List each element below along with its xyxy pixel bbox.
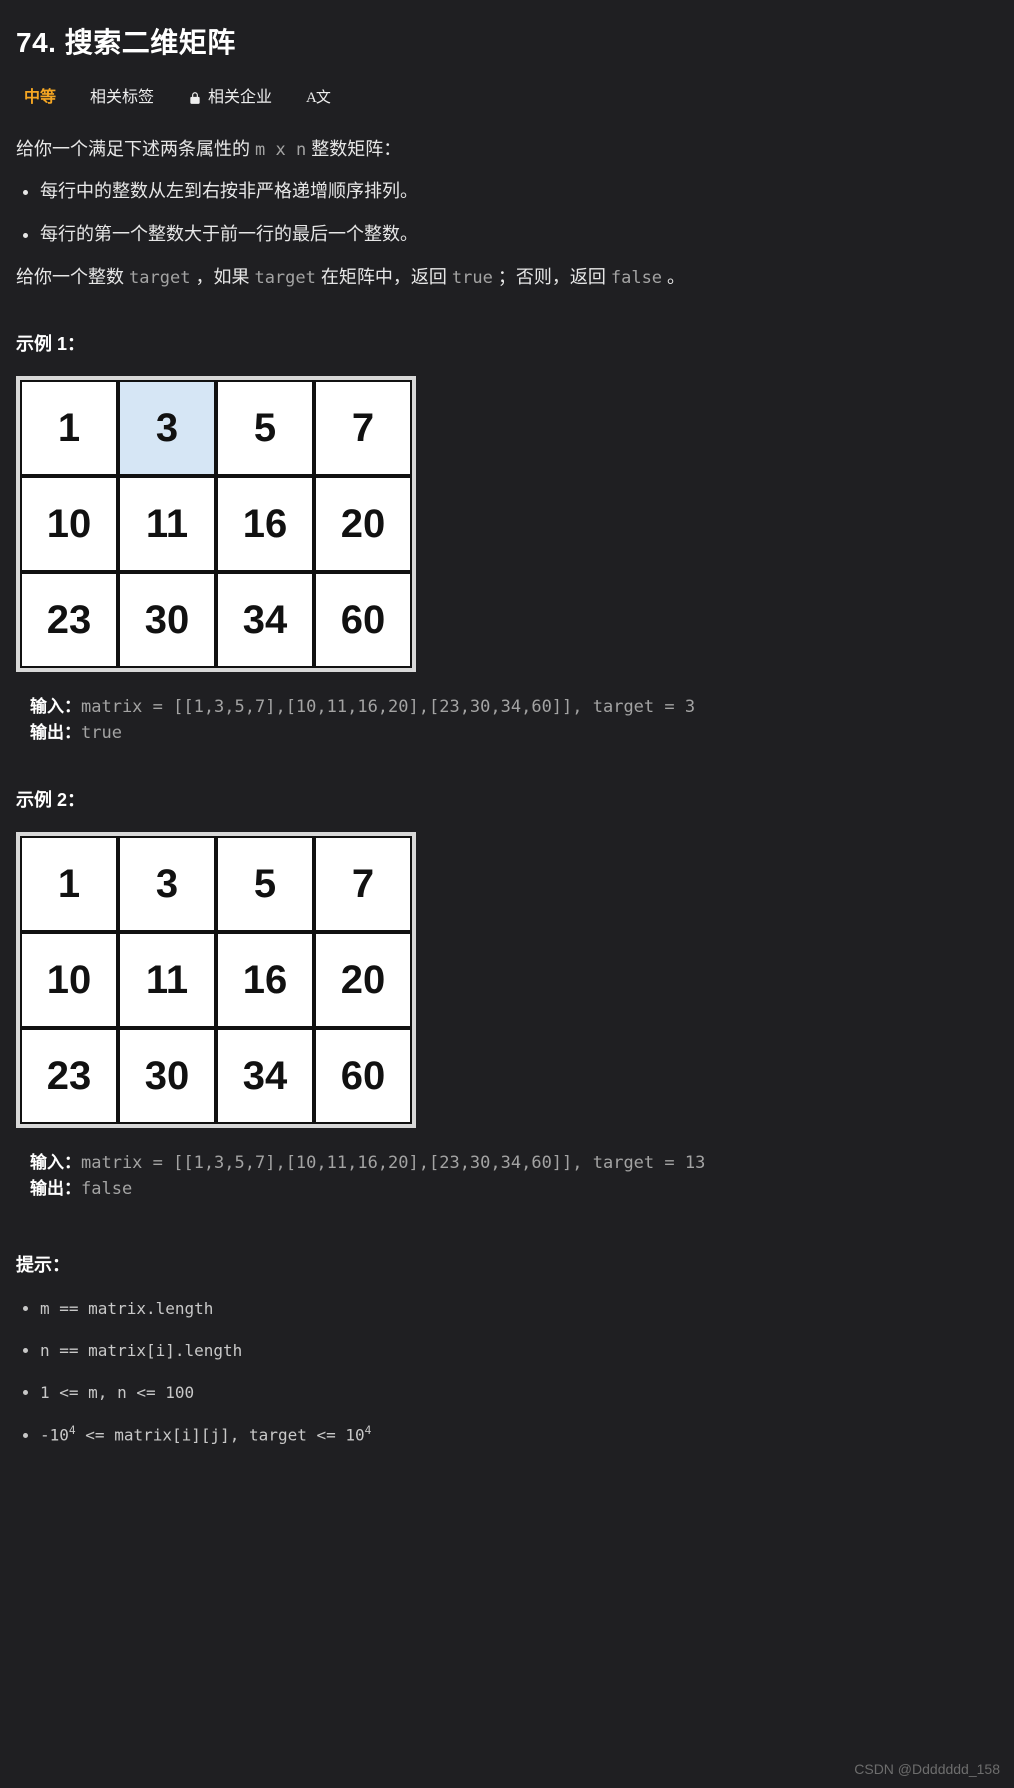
hint-item: -104 <= matrix[i][j], target <= 104 bbox=[40, 1423, 998, 1447]
hint-item: m == matrix.length bbox=[40, 1297, 998, 1321]
matrix-cell: 16 bbox=[216, 476, 314, 572]
code-target-1: target bbox=[129, 268, 190, 288]
matrix-cell: 20 bbox=[314, 476, 412, 572]
matrix-cell: 30 bbox=[118, 572, 216, 668]
hint-item: 1 <= m, n <= 100 bbox=[40, 1381, 998, 1405]
example-2-matrix: 13571011162023303460 bbox=[16, 832, 416, 1128]
desc-bullet-1: 每行中的整数从左到右按非严格递增顺序排列。 bbox=[40, 178, 998, 205]
problem-tabs: 中等 相关标签 相关企业 A文 bbox=[16, 86, 998, 110]
matrix-cell: 23 bbox=[20, 1028, 118, 1124]
desc-line-2: 给你一个整数 target ，如果 target 在矩阵中，返回 true ；否… bbox=[16, 264, 998, 292]
matrix-cell: 20 bbox=[314, 932, 412, 1028]
matrix-row: 23303460 bbox=[20, 572, 412, 668]
matrix-cell: 23 bbox=[20, 572, 118, 668]
matrix-row: 10111620 bbox=[20, 476, 412, 572]
matrix-cell: 60 bbox=[314, 1028, 412, 1124]
desc-bullet-2: 每行的第一个整数大于前一行的最后一个整数。 bbox=[40, 221, 998, 248]
matrix-cell: 7 bbox=[314, 380, 412, 476]
code-target-2: target bbox=[254, 268, 315, 288]
tab-translate[interactable]: A文 bbox=[306, 87, 330, 110]
tab-related-tags[interactable]: 相关标签 bbox=[90, 86, 154, 110]
lock-icon bbox=[188, 91, 202, 105]
matrix-cell: 34 bbox=[216, 1028, 314, 1124]
matrix-row: 10111620 bbox=[20, 932, 412, 1028]
tab-difficulty[interactable]: 中等 bbox=[24, 86, 56, 110]
matrix-cell: 1 bbox=[20, 380, 118, 476]
matrix-cell: 5 bbox=[216, 836, 314, 932]
tab-companies-label: 相关企业 bbox=[208, 86, 272, 110]
matrix-cell: 3 bbox=[118, 380, 216, 476]
code-mxn: m x n bbox=[255, 140, 306, 160]
example-1-io: 输入：matrix = [[1,3,5,7],[10,11,16,20],[23… bbox=[30, 694, 998, 747]
matrix-cell: 7 bbox=[314, 836, 412, 932]
matrix-cell: 30 bbox=[118, 1028, 216, 1124]
watermark: CSDN @Ddddddd_158 bbox=[854, 1759, 1000, 1780]
hints-section: 提示： m == matrix.length n == matrix[i].len… bbox=[16, 1252, 998, 1447]
matrix-cell: 34 bbox=[216, 572, 314, 668]
matrix-cell: 16 bbox=[216, 932, 314, 1028]
hint-item: n == matrix[i].length bbox=[40, 1339, 998, 1363]
code-true: true bbox=[452, 268, 493, 288]
matrix-cell: 11 bbox=[118, 476, 216, 572]
problem-description: 给你一个满足下述两条属性的 m x n 整数矩阵： 每行中的整数从左到右按非严格… bbox=[16, 136, 998, 291]
matrix-row: 1357 bbox=[20, 836, 412, 932]
matrix-row: 23303460 bbox=[20, 1028, 412, 1124]
hints-heading: 提示： bbox=[16, 1252, 998, 1279]
matrix-cell: 5 bbox=[216, 380, 314, 476]
example-1-heading: 示例 1： bbox=[16, 331, 998, 358]
matrix-cell: 10 bbox=[20, 476, 118, 572]
tab-related-companies[interactable]: 相关企业 bbox=[188, 86, 272, 110]
page-title: 74. 搜索二维矩阵 bbox=[16, 22, 998, 64]
example-2-heading: 示例 2： bbox=[16, 787, 998, 814]
matrix-cell: 11 bbox=[118, 932, 216, 1028]
matrix-cell: 1 bbox=[20, 836, 118, 932]
matrix-cell: 60 bbox=[314, 572, 412, 668]
desc-line-1: 给你一个满足下述两条属性的 m x n 整数矩阵： bbox=[16, 136, 998, 164]
example-2-io: 输入：matrix = [[1,3,5,7],[10,11,16,20],[23… bbox=[30, 1150, 998, 1203]
matrix-cell: 3 bbox=[118, 836, 216, 932]
code-false: false bbox=[611, 268, 662, 288]
example-1-matrix: 13571011162023303460 bbox=[16, 376, 416, 672]
matrix-row: 1357 bbox=[20, 380, 412, 476]
matrix-cell: 10 bbox=[20, 932, 118, 1028]
